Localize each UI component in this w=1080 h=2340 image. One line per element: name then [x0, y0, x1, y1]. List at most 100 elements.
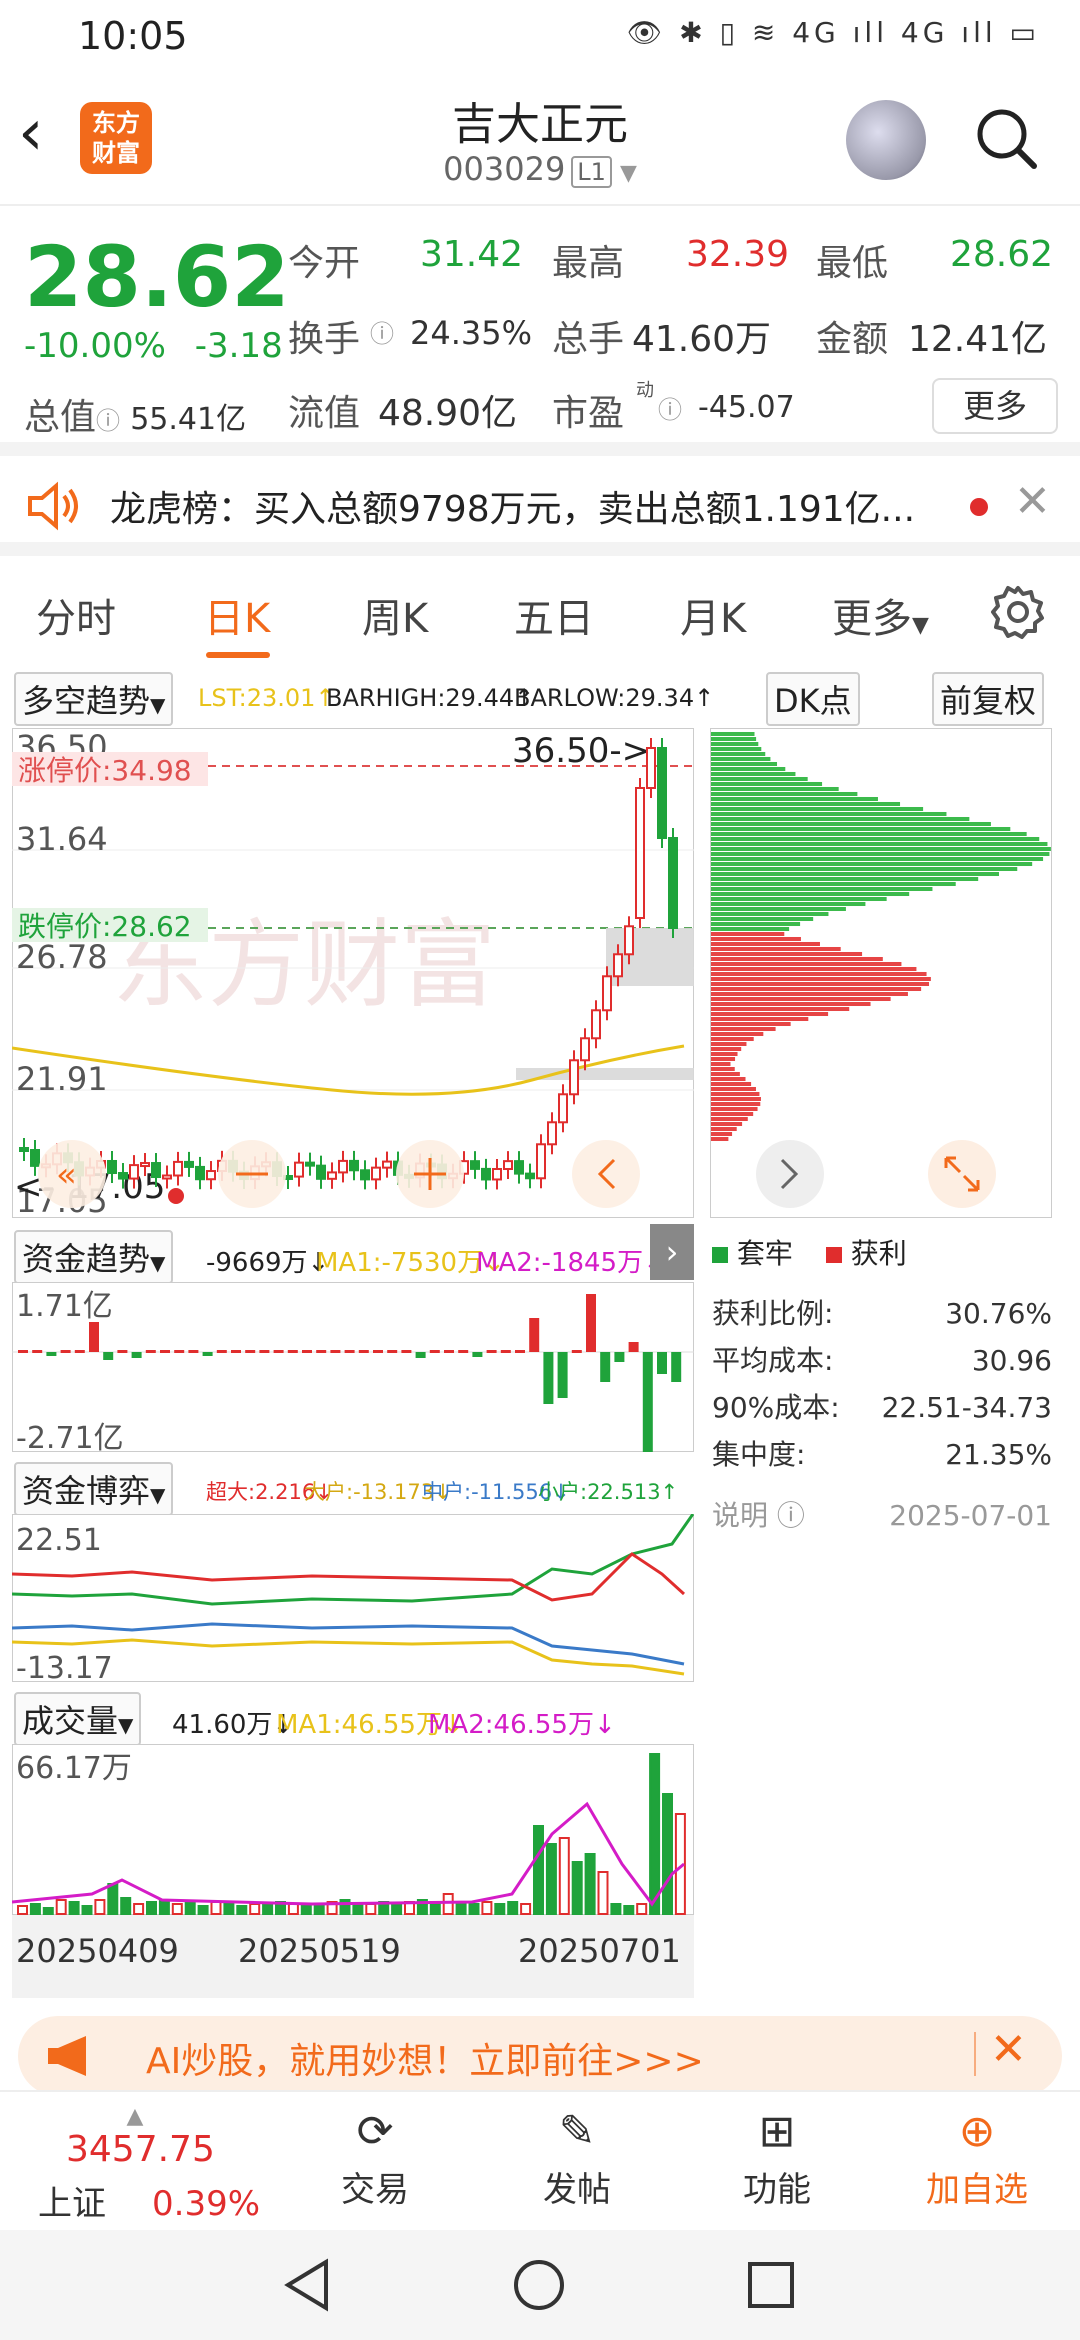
volume-bar — [81, 1905, 93, 1915]
tab-monthly-k[interactable]: 月K — [680, 586, 746, 644]
tab-weekly-k[interactable]: 周K — [362, 586, 428, 644]
tab-daily-k[interactable]: 日K — [204, 586, 270, 644]
fund-trend-value: -9669万↓ — [206, 1248, 330, 1278]
fund-game-header: 资金博弈▼ 超大:2.216↓ 大户:-13.173↓ 中户:-11.556↓ … — [14, 1462, 694, 1516]
candle — [580, 1037, 590, 1062]
prev-button[interactable] — [572, 1140, 640, 1208]
amount-label: 金额 — [816, 319, 889, 360]
candle — [525, 1172, 535, 1180]
volume-bar — [29, 1903, 41, 1915]
volume-label: 成交量 — [22, 1702, 119, 1740]
candle — [514, 1160, 524, 1175]
date-label-1: 20250409 — [16, 1932, 179, 1970]
fund-bar — [444, 1350, 454, 1353]
svg-text:«: « — [56, 1155, 77, 1195]
candle — [591, 1009, 601, 1040]
index-widget[interactable]: ▲ 3457.75 上证 0.39% — [20, 2104, 280, 2225]
next-button[interactable] — [756, 1140, 824, 1208]
volume-bar — [571, 1861, 583, 1915]
volume-dropdown[interactable]: 成交量▼ — [14, 1692, 142, 1746]
tab-intraday[interactable]: 分时 — [36, 586, 116, 644]
dragon-tiger-bar[interactable]: 龙虎榜：买入总额9798万元，卖出总额1.191亿... ✕ — [0, 456, 1080, 556]
date-label-2: 20250519 — [238, 1932, 401, 1970]
volume-bar — [262, 1903, 274, 1915]
fund-bar — [330, 1350, 341, 1353]
back-nav-icon[interactable] — [282, 2258, 332, 2312]
home-nav-icon[interactable] — [512, 2258, 566, 2312]
volume-header: 成交量▼ 41.60万↓ MA1:46.55万↓ MA2:46.55万↓ — [14, 1692, 694, 1746]
expand-icon[interactable] — [928, 1140, 996, 1208]
double-left-button[interactable]: « — [38, 1140, 106, 1208]
chip-distribution[interactable] — [710, 728, 1052, 1218]
gear-icon[interactable] — [990, 584, 1046, 640]
tab-five-day[interactable]: 五日 — [514, 586, 594, 644]
candle — [602, 975, 612, 1012]
candle — [646, 747, 656, 789]
y-label-2: 31.64 — [16, 820, 108, 858]
stat-value: 30.76% — [945, 1297, 1052, 1330]
chip-bar-profit — [711, 1112, 754, 1116]
close-icon[interactable]: ✕ — [990, 2024, 1027, 2075]
volume-bar — [120, 1897, 132, 1915]
chip-bar-profit — [711, 1017, 809, 1021]
tab-more[interactable]: 更多▼ — [832, 586, 929, 644]
kline-chart[interactable]: 东方财富 36.50 涨停价:34.98 31.64 跌停价:28.62 26.… — [12, 728, 694, 1218]
chip-bar-trap — [711, 852, 1050, 856]
fund-bar — [103, 1352, 114, 1360]
chip-bar-profit — [711, 1042, 747, 1046]
plus-circle-icon: ⊕ — [958, 2106, 996, 2157]
volume-bar — [68, 1901, 80, 1915]
fund-bar — [302, 1350, 312, 1353]
fund-game-ybot: -13.17 — [16, 1651, 113, 1682]
indicator-dropdown[interactable]: 多空趋势▼ — [14, 672, 174, 726]
mcap-row: 总值ⓘ 55.41亿 — [24, 388, 246, 440]
info-icon[interactable]: ⓘ — [370, 314, 394, 349]
chevron-right-icon[interactable]: › — [650, 1224, 694, 1280]
post-button[interactable]: ✎ 发帖 — [502, 2102, 652, 2211]
period-tabs: 分时 日K 周K 五日 月K 更多▼ — [0, 560, 1080, 668]
edit-icon: ✎ — [558, 2106, 596, 2157]
chip-bar-trap — [711, 902, 866, 906]
dk-point-button[interactable]: DK点 — [766, 672, 860, 726]
chevron-down-icon: ▼ — [150, 693, 166, 717]
fund-bar — [273, 1350, 284, 1353]
fund-bar — [60, 1350, 71, 1353]
bottom-toolbar: ▲ 3457.75 上证 0.39% ⟳ 交易 ✎ 发帖 ⊞ 功能 ⊕ 加自选 — [0, 2090, 1080, 2224]
mcap-label: 总值 — [24, 397, 97, 438]
close-icon[interactable]: ✕ — [1014, 476, 1051, 527]
robot-avatar[interactable] — [846, 100, 926, 180]
chip-bar-trap — [711, 737, 757, 741]
post-label: 发帖 — [543, 2170, 611, 2210]
zoom-out-button[interactable] — [218, 1140, 286, 1208]
volume-bar — [584, 1853, 596, 1915]
chip-bar-profit — [711, 1047, 742, 1051]
adjust-button[interactable]: 前复权 — [932, 672, 1045, 726]
indicator-label: 多空趋势 — [22, 682, 151, 720]
more-button[interactable]: 更多 — [932, 378, 1058, 434]
grid-icon: ⊞ — [758, 2106, 796, 2157]
recents-nav-icon[interactable] — [746, 2260, 796, 2310]
info-icon[interactable]: ⓘ — [96, 407, 120, 435]
volume-bar — [17, 1905, 28, 1915]
quote-panel: 28.62 -10.00% -3.18 总值ⓘ 55.41亿 今开 31.42 … — [0, 208, 1080, 456]
add-watchlist-button[interactable]: ⊕ 加自选 — [902, 2102, 1052, 2211]
search-icon[interactable] — [974, 106, 1038, 170]
ai-banner[interactable]: AI炒股，就用妙想！立即前往>>> ✕ — [18, 2016, 1062, 2096]
chevron-down-icon: ▼ — [150, 1483, 166, 1507]
stock-code: 003029 — [443, 150, 566, 188]
dragon-tiger-text: 龙虎榜：买入总额9798万元，卖出总额1.191亿... — [110, 489, 916, 530]
volume-chart: 66.17万 20250409 20250519 20250701 — [12, 1744, 694, 1998]
level-badge: L1 — [571, 156, 612, 188]
turnover-value: 24.35% — [410, 314, 533, 352]
trade-button[interactable]: ⟳ 交易 — [300, 2102, 450, 2211]
fund-game-dropdown[interactable]: 资金博弈▼ — [14, 1462, 174, 1516]
fund-trend-dropdown[interactable]: 资金趋势▼ — [14, 1230, 174, 1284]
zoom-in-button[interactable] — [396, 1140, 464, 1208]
pe-value: -45.07 — [698, 390, 795, 425]
stock-header: ‹ 东方 财富 吉大正元 003029 L1 ▼ — [0, 72, 1080, 206]
info-icon[interactable]: ⓘ — [658, 390, 682, 425]
note-row[interactable]: 说明 ⓘ — [712, 1492, 805, 1539]
chip-bar-trap — [711, 897, 887, 901]
function-button[interactable]: ⊞ 功能 — [702, 2102, 852, 2211]
fund-trend-ybot: -2.71亿 — [16, 1421, 124, 1452]
